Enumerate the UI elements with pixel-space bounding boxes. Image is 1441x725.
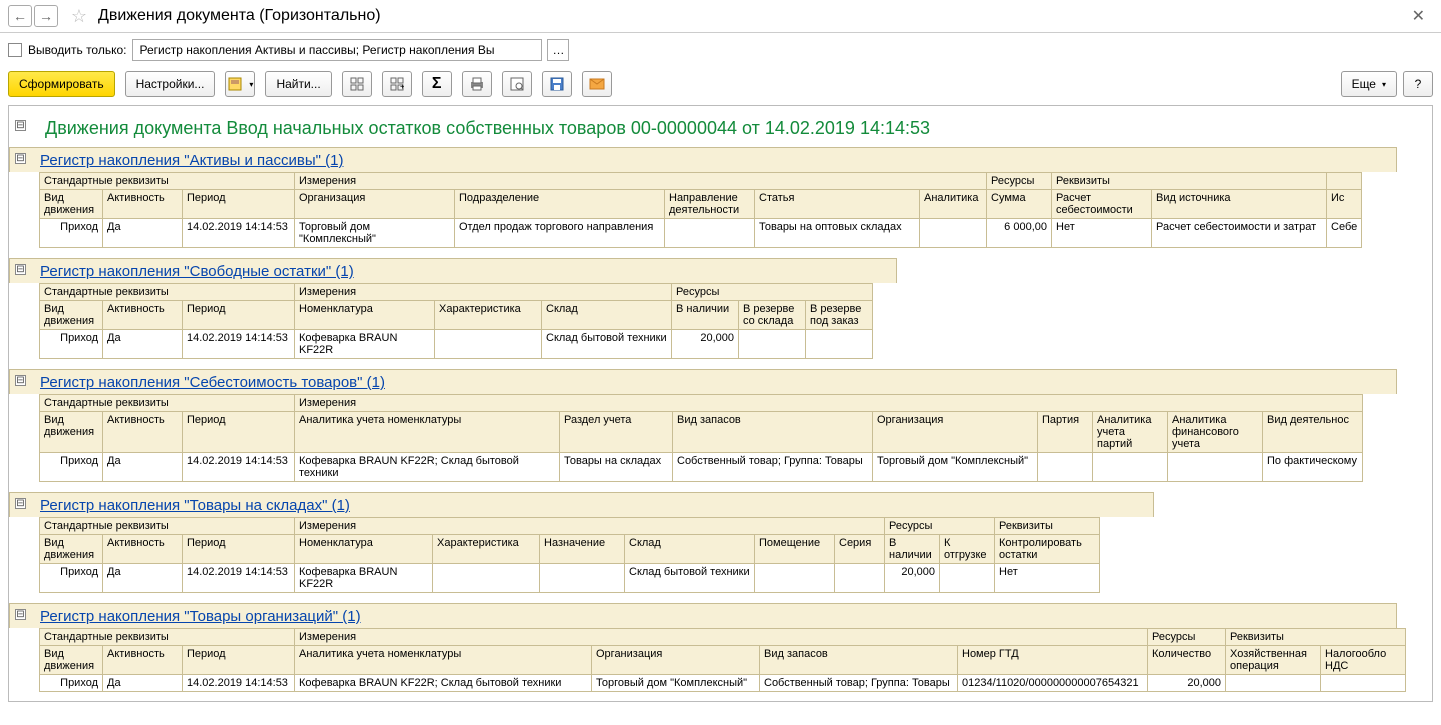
forward-button[interactable]: → (34, 5, 58, 27)
report-title: Движения документа Ввод начальных остатк… (9, 106, 1432, 147)
link-r5[interactable]: Регистр накопления "Товары организаций" … (9, 603, 1397, 628)
toggle-r1[interactable]: ⊟ (15, 153, 26, 164)
filter-input[interactable] (132, 39, 542, 61)
toggle-r5[interactable]: ⊟ (15, 609, 26, 620)
link-r2[interactable]: Регистр накопления "Свободные остатки" (… (9, 258, 897, 283)
toggle-r4[interactable]: ⊟ (15, 498, 26, 509)
table-r3: Стандартные реквизитыИзмерения Вид движе… (39, 394, 1363, 482)
back-button[interactable]: ← (8, 5, 32, 27)
collapse-button[interactable]: + (382, 71, 412, 97)
table-row: ПриходДа14.02.2019 14:14:53Торговый дом … (40, 219, 1362, 248)
toggle-r3[interactable]: ⊟ (15, 375, 26, 386)
find-button[interactable]: Найти... (265, 71, 331, 97)
more-button[interactable]: Еще▾ (1341, 71, 1397, 97)
table-r5: Стандартные реквизитыИзмеренияРесурсыРек… (39, 628, 1406, 692)
print-button[interactable] (462, 71, 492, 97)
table-r1: Стандартные реквизитыИзмеренияРесурсыРек… (39, 172, 1362, 248)
save-settings-button[interactable]: ▾ (225, 71, 255, 97)
save-button[interactable] (542, 71, 572, 97)
filter-checkbox[interactable] (8, 43, 22, 57)
form-button[interactable]: Сформировать (8, 71, 115, 97)
link-r3[interactable]: Регистр накопления "Себестоимость товаро… (9, 369, 1397, 394)
table-row: ПриходДа14.02.2019 14:14:53Кофеварка BRA… (40, 675, 1406, 692)
filter-label: Выводить только: (28, 43, 126, 57)
mail-button[interactable] (582, 71, 612, 97)
settings-button[interactable]: Настройки... (125, 71, 216, 97)
filter-more-button[interactable]: … (547, 39, 569, 61)
toggle-r2[interactable]: ⊟ (15, 264, 26, 275)
toggle-root[interactable]: ⊟ (15, 120, 26, 131)
link-r4[interactable]: Регистр накопления "Товары на складах" (… (9, 492, 1154, 517)
expand-button[interactable] (342, 71, 372, 97)
table-row: ПриходДа14.02.2019 14:14:53Кофеварка BRA… (40, 453, 1363, 482)
close-button[interactable]: ✕ (1404, 6, 1433, 26)
report-area: ⊟ Движения документа Ввод начальных оста… (8, 105, 1433, 702)
table-row: ПриходДа14.02.2019 14:14:53Кофеварка BRA… (40, 564, 1100, 593)
table-r4: Стандартные реквизитыИзмеренияРесурсыРек… (39, 517, 1100, 593)
page-title: Движения документа (Горизонтально) (98, 7, 381, 25)
table-r2: Стандартные реквизитыИзмеренияРесурсы Ви… (39, 283, 873, 359)
help-button[interactable]: ? (1403, 71, 1433, 97)
star-icon[interactable]: ☆ (68, 5, 90, 27)
svg-text:+: + (400, 82, 404, 91)
link-r1[interactable]: Регистр накопления "Активы и пассивы" (1… (9, 147, 1397, 172)
sum-button[interactable]: Σ (422, 71, 452, 97)
table-row: ПриходДа14.02.2019 14:14:53Кофеварка BRA… (40, 330, 873, 359)
preview-button[interactable] (502, 71, 532, 97)
